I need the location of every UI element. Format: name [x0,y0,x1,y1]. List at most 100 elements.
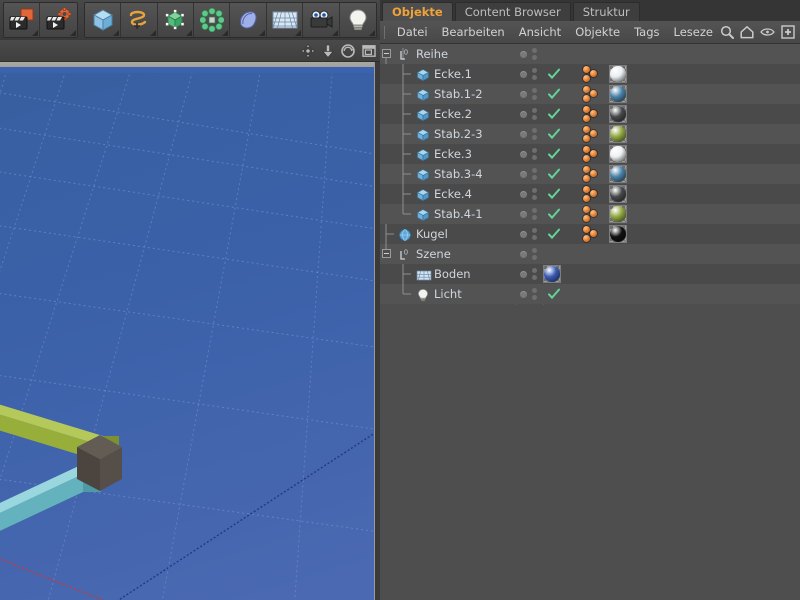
editor-visibility-dot[interactable] [532,228,537,233]
material-tag[interactable] [609,185,627,203]
editor-visibility-dot[interactable] [532,68,537,73]
tree-row[interactable]: 0 Szene [380,244,800,264]
tree-row[interactable]: Stab.2-3 [380,124,800,144]
viewport-3d[interactable] [0,62,375,600]
enable-dot[interactable] [520,91,527,98]
enable-dot[interactable] [520,271,527,278]
deformer-button[interactable] [230,3,266,37]
rotate-icon[interactable] [341,44,355,58]
material-tag[interactable] [609,165,627,183]
check-icon[interactable] [548,88,560,100]
material-tag[interactable] [609,125,627,143]
menubar-grip[interactable] [384,26,385,39]
render-visibility-dot[interactable] [532,95,537,100]
environment-button[interactable] [267,3,303,37]
tree-row[interactable]: Boden [380,264,800,284]
search-icon[interactable] [720,25,734,39]
render-visibility-dot[interactable] [532,155,537,160]
tag-dots[interactable] [581,86,603,102]
tree-row[interactable]: Stab.3-4 [380,164,800,184]
eye-icon[interactable] [760,27,775,37]
enable-dot[interactable] [520,231,527,238]
render-visibility-dot[interactable] [532,115,537,120]
menu-datei[interactable]: Datei [390,23,435,41]
check-icon[interactable] [548,188,560,200]
menu-objekte[interactable]: Objekte [568,23,627,41]
generator-button[interactable] [158,3,194,37]
tab-objekte[interactable]: Objekte [382,2,453,21]
check-icon[interactable] [548,228,560,240]
editor-visibility-dot[interactable] [532,268,537,273]
tab-struktur[interactable]: Struktur [573,2,640,21]
tag-dots[interactable] [581,126,603,142]
menu-ansicht[interactable]: Ansicht [512,23,568,41]
material-tag[interactable] [609,225,627,243]
tree-row[interactable]: Stab.4-1 [380,204,800,224]
tree-expander[interactable] [382,49,391,58]
render-visibility-dot[interactable] [532,215,537,220]
plus-box-icon[interactable] [781,25,795,39]
enable-dot[interactable] [520,171,527,178]
tree-row[interactable]: Kugel [380,224,800,244]
tag-dots[interactable] [581,226,603,242]
material-tag[interactable] [609,205,627,223]
editor-visibility-dot[interactable] [532,88,537,93]
home-icon[interactable] [740,25,754,39]
tree-row[interactable]: Ecke.1 [380,64,800,84]
tag-dots[interactable] [581,166,603,182]
check-icon[interactable] [548,128,560,140]
enable-dot[interactable] [520,291,527,298]
object-tree[interactable]: 0 Reihe Ecke.1 [380,44,800,600]
editor-visibility-dot[interactable] [532,188,537,193]
menu-tags[interactable]: Tags [627,23,666,41]
zoom-arrow-icon[interactable] [322,44,334,58]
menu-bearbeiten[interactable]: Bearbeiten [435,23,512,41]
editor-visibility-dot[interactable] [532,248,537,253]
tree-row[interactable]: Ecke.2 [380,104,800,124]
render-visibility-dot[interactable] [532,75,537,80]
light-button[interactable] [340,3,376,37]
render-visibility-dot[interactable] [532,55,537,60]
editor-visibility-dot[interactable] [532,148,537,153]
check-icon[interactable] [548,108,560,120]
enable-dot[interactable] [520,131,527,138]
render-visibility-dot[interactable] [532,235,537,240]
tree-expander[interactable] [382,249,391,258]
render-view-button[interactable] [4,3,40,37]
modeling-object-button[interactable] [194,3,230,37]
check-icon[interactable] [548,288,560,300]
material-tag[interactable] [609,105,627,123]
check-icon[interactable] [548,68,560,80]
material-tag[interactable] [609,145,627,163]
maximize-icon[interactable] [362,44,376,58]
enable-dot[interactable] [520,191,527,198]
tree-row[interactable]: 0 Reihe [380,44,800,64]
enable-dot[interactable] [520,51,527,58]
render-visibility-dot[interactable] [532,175,537,180]
tag-dots[interactable] [581,106,603,122]
check-icon[interactable] [548,148,560,160]
render-visibility-dot[interactable] [532,255,537,260]
enable-dot[interactable] [520,151,527,158]
enable-dot[interactable] [520,111,527,118]
material-tag[interactable] [609,85,627,103]
render-visibility-dot[interactable] [532,135,537,140]
editor-visibility-dot[interactable] [532,168,537,173]
enable-dot[interactable] [520,251,527,258]
render-visibility-dot[interactable] [532,295,537,300]
tree-row[interactable]: Stab.1-2 [380,84,800,104]
editor-visibility-dot[interactable] [532,48,537,53]
enable-dot[interactable] [520,71,527,78]
tree-row[interactable]: Ecke.4 [380,184,800,204]
primitive-cube-button[interactable] [85,3,121,37]
editor-visibility-dot[interactable] [532,208,537,213]
tree-row[interactable]: Ecke.3 [380,144,800,164]
tag-dots[interactable] [581,66,603,82]
editor-visibility-dot[interactable] [532,128,537,133]
tree-row[interactable]: Licht [380,284,800,304]
tag-dots[interactable] [581,146,603,162]
check-icon[interactable] [548,168,560,180]
spline-button[interactable] [121,3,157,37]
scene-corner-cube[interactable] [72,431,128,501]
tab-content-browser[interactable]: Content Browser [455,2,571,21]
